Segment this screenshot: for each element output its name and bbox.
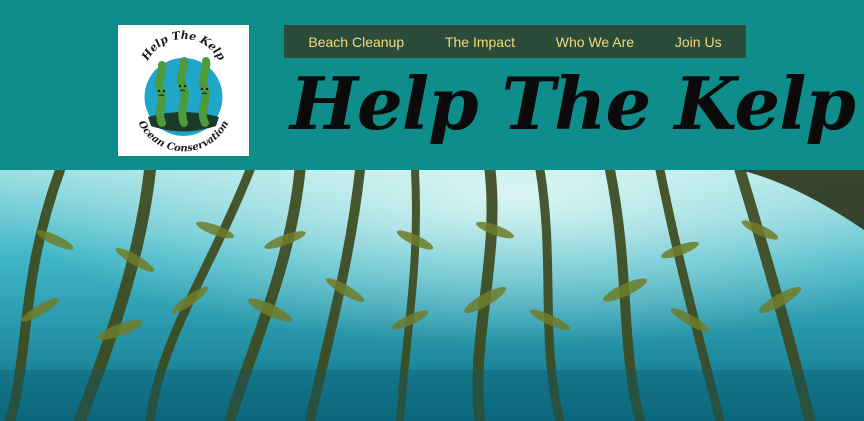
page: Help The Kelp Ocean Conservation Beach C…: [0, 0, 864, 421]
hero-image: [0, 170, 864, 421]
site-title: Help The Kelp: [290, 61, 856, 146]
kelp-forest-image: [0, 170, 864, 421]
logo-illustration: Help The Kelp Ocean Conservation: [136, 29, 232, 155]
nav-item-who-we-are[interactable]: Who We Are: [556, 34, 634, 50]
nav-item-join-us[interactable]: Join Us: [675, 34, 722, 50]
nav-item-the-impact[interactable]: The Impact: [445, 34, 515, 50]
main-nav: Beach Cleanup The Impact Who We Are Join…: [284, 25, 746, 58]
site-logo[interactable]: Help The Kelp Ocean Conservation: [118, 25, 249, 156]
nav-item-beach-cleanup[interactable]: Beach Cleanup: [308, 34, 404, 50]
site-header: Help The Kelp Ocean Conservation Beach C…: [0, 0, 864, 170]
